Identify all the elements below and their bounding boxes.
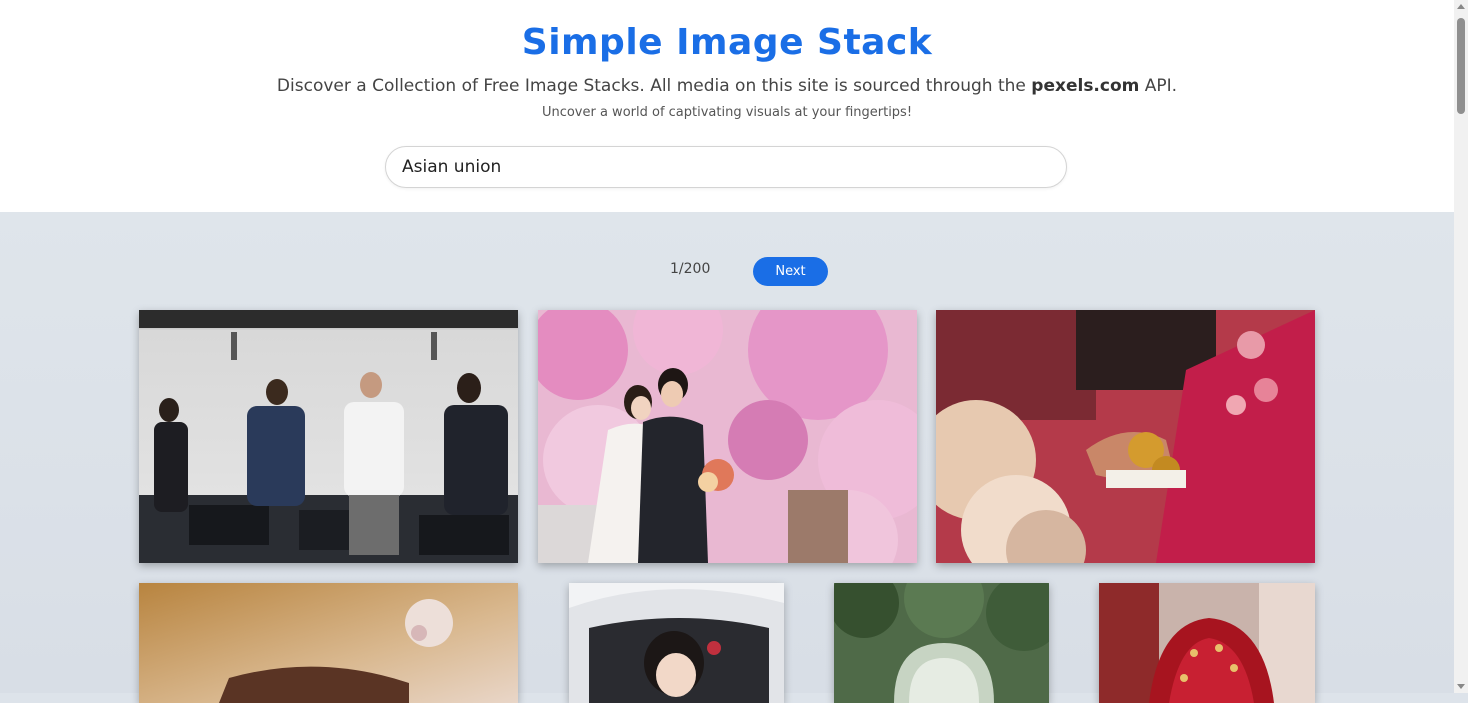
- bride-in-car-photo[interactable]: [569, 583, 784, 703]
- page-scrollbar[interactable]: [1454, 0, 1468, 693]
- page-count: 1/200: [670, 261, 711, 277]
- pexels-link[interactable]: pexels.com: [1031, 76, 1139, 96]
- subtitle-text: Discover a Collection of Free Image Stac…: [276, 76, 1032, 96]
- scroll-up-arrow-icon[interactable]: [1457, 4, 1465, 9]
- site-subtitle: Discover a Collection of Free Image Stac…: [0, 76, 1454, 96]
- site-tagline: Uncover a world of captivating visuals a…: [541, 105, 913, 120]
- couple-cherry-blossom-photo[interactable]: [538, 310, 917, 563]
- pagination: 1/200 Next: [0, 256, 1454, 288]
- subtitle-suffix: API.: [1139, 76, 1178, 96]
- scroll-down-arrow-icon[interactable]: [1457, 684, 1465, 689]
- bride-red-veil-photo[interactable]: [1099, 583, 1315, 703]
- office-team-celebrating-photo[interactable]: [139, 310, 518, 563]
- next-button[interactable]: Next: [753, 257, 828, 286]
- site-title: Simple Image Stack: [521, 22, 933, 63]
- site-header: Simple Image Stack Discover a Collection…: [0, 0, 1454, 212]
- bride-hands-henna-photo[interactable]: [936, 310, 1315, 563]
- hands-closeup-photo[interactable]: [139, 583, 518, 703]
- search-input[interactable]: [385, 146, 1067, 188]
- garden-arch-photo[interactable]: [834, 583, 1049, 703]
- scrollbar-thumb[interactable]: [1457, 18, 1465, 114]
